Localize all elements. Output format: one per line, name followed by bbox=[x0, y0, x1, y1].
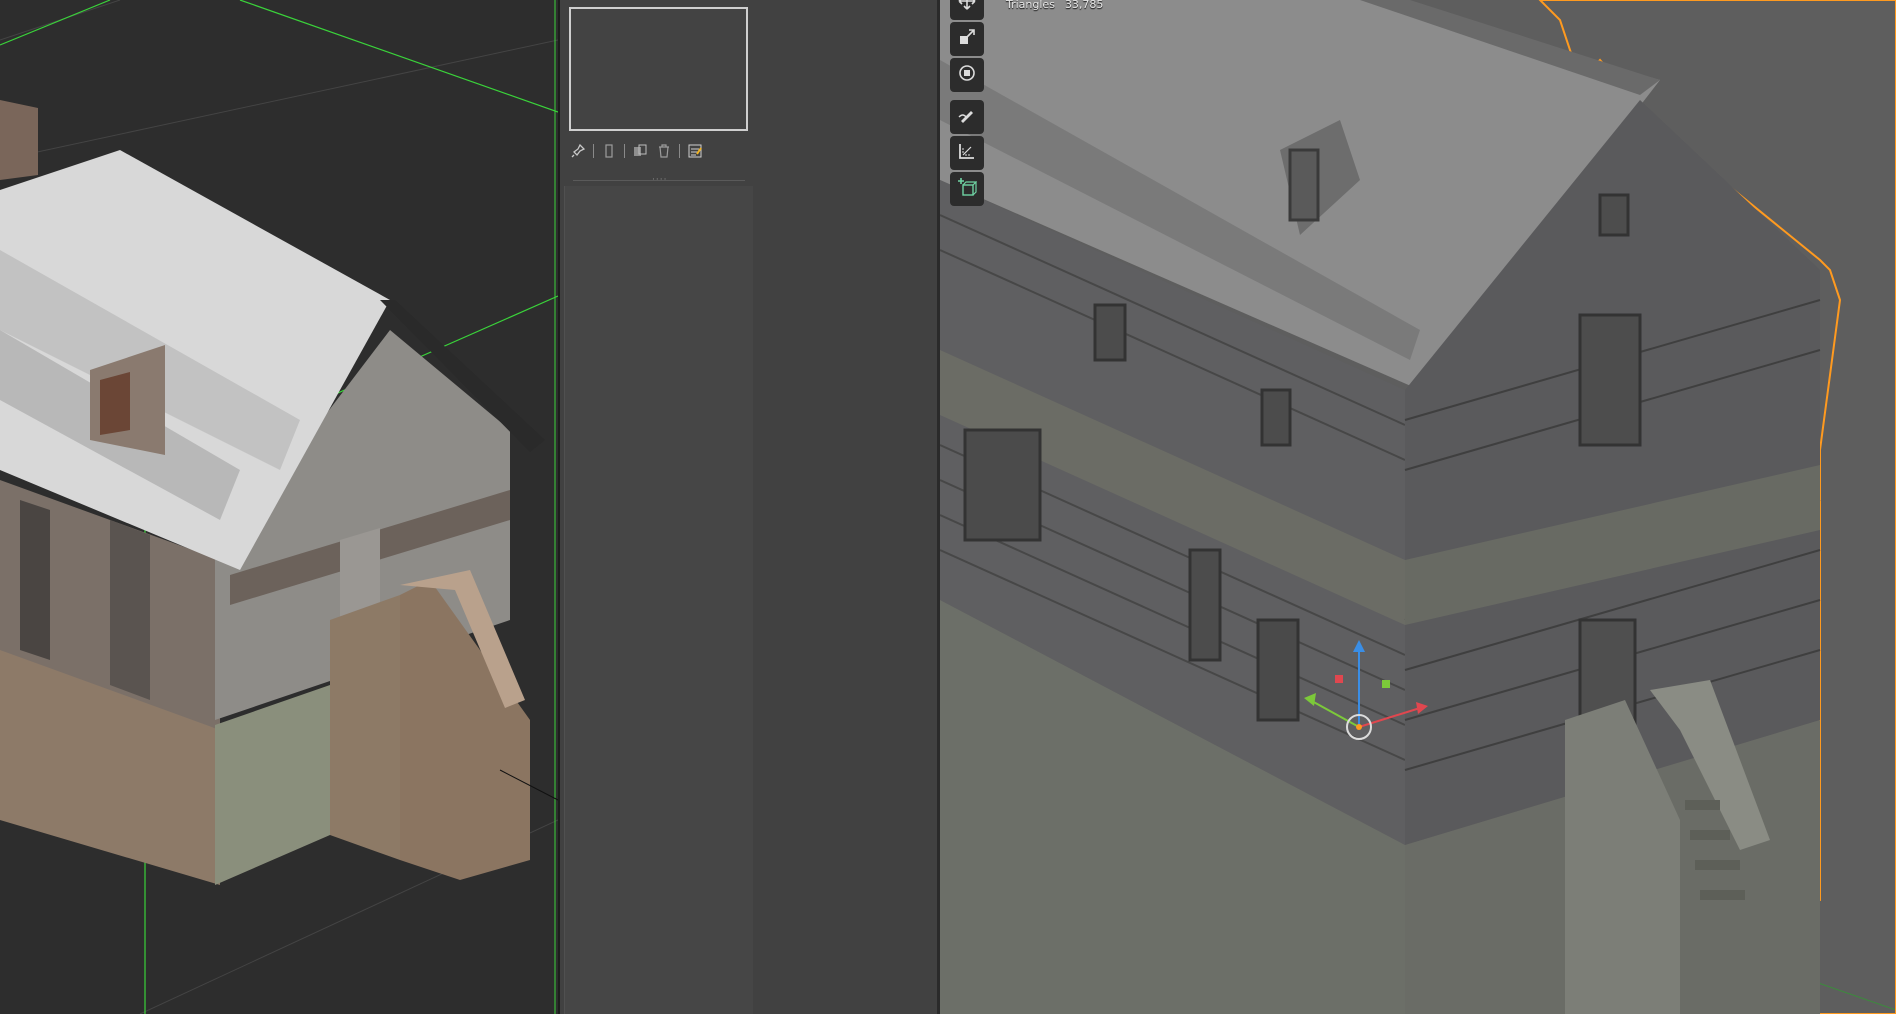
add-cube-icon bbox=[957, 177, 978, 201]
transform-tool[interactable] bbox=[950, 58, 984, 92]
pin-icon[interactable] bbox=[569, 142, 587, 160]
trash-icon[interactable] bbox=[655, 142, 673, 160]
measure-tool[interactable] bbox=[950, 136, 984, 170]
stats-label: Triangles bbox=[1006, 0, 1055, 11]
move-icon bbox=[957, 0, 977, 15]
unique-icon[interactable] bbox=[631, 142, 649, 160]
right-viewport[interactable] bbox=[940, 0, 1896, 1014]
toolbar-separator bbox=[624, 144, 625, 158]
stack-icon[interactable] bbox=[600, 142, 618, 160]
viewport-toolbar bbox=[950, 0, 988, 206]
stats-value: 33,785 bbox=[1064, 0, 1104, 11]
move-tool[interactable] bbox=[950, 0, 984, 20]
viewport-stats: Triangles 33,785 bbox=[1006, 0, 1103, 11]
left-viewport[interactable] bbox=[0, 0, 558, 1014]
toolbar-separator bbox=[593, 144, 594, 158]
toolbar-separator bbox=[679, 144, 680, 158]
preview-thumbnail bbox=[569, 7, 748, 131]
panel-toolbar bbox=[569, 141, 704, 161]
annotate-tool[interactable] bbox=[950, 100, 984, 134]
left-viewport-scene bbox=[0, 0, 558, 1014]
annotate-pencil-icon bbox=[957, 105, 977, 129]
right-viewport-scene bbox=[940, 0, 1896, 1014]
panel-divider bbox=[558, 0, 560, 1014]
add-cube-tool[interactable] bbox=[950, 172, 984, 206]
resize-grip-icon[interactable]: ···· bbox=[652, 176, 667, 185]
modifier-list-panel[interactable] bbox=[564, 186, 753, 1014]
configure-icon[interactable] bbox=[686, 142, 704, 160]
scale-icon bbox=[957, 27, 977, 51]
ruler-icon bbox=[957, 141, 977, 165]
scale-tool[interactable] bbox=[950, 22, 984, 56]
transform-icon bbox=[957, 63, 977, 87]
